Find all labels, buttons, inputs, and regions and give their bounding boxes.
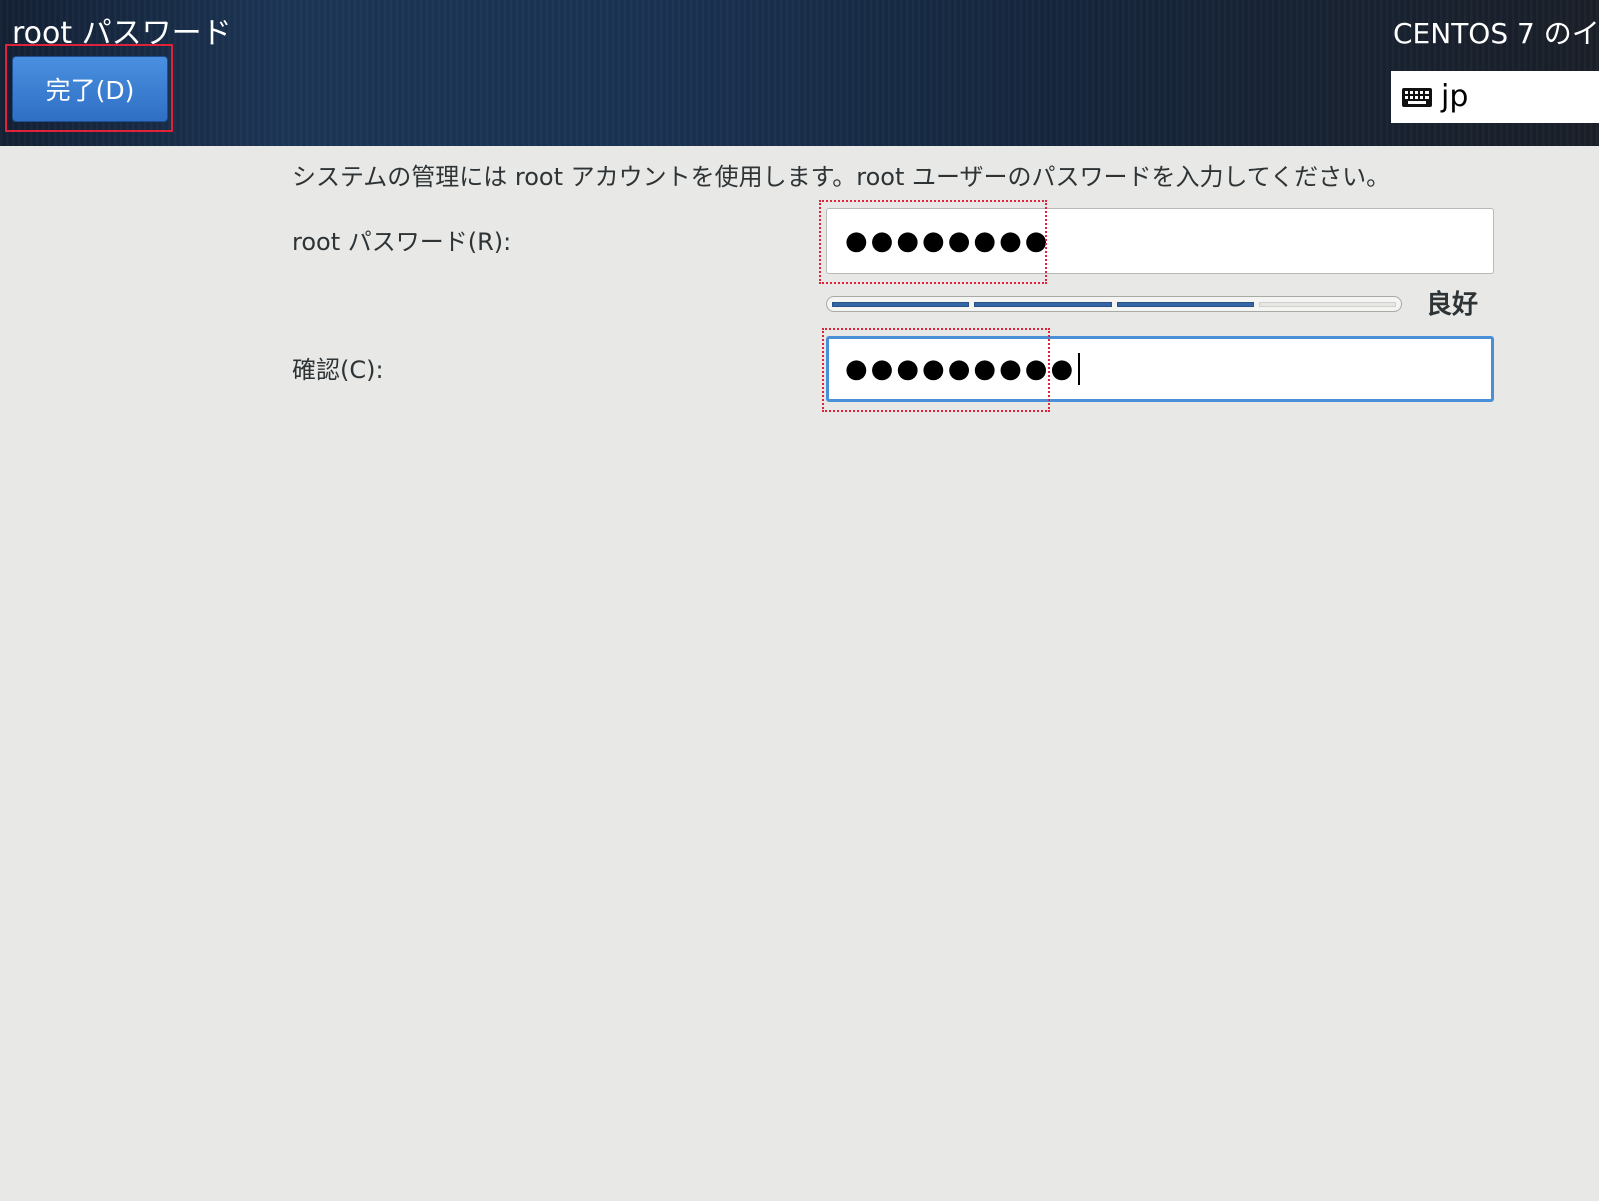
confirm-label: 確認(C): — [292, 356, 384, 384]
done-button[interactable]: 完了(D) — [12, 56, 168, 122]
password-strength-label: 良好 — [1426, 290, 1479, 320]
keyboard-icon — [1402, 88, 1432, 107]
password-strength-bar — [826, 296, 1402, 312]
header-bar: root パスワード 完了(D) CENTOS 7 のイ jp — [0, 0, 1599, 146]
keyboard-layout-indicator[interactable]: jp — [1391, 71, 1599, 123]
password-label: root パスワード(R): — [292, 228, 512, 256]
text-caret — [1078, 353, 1081, 385]
root-password-input[interactable]: ●●●●●●●● — [826, 208, 1494, 274]
keyboard-layout-label: jp — [1441, 79, 1469, 114]
product-title: CENTOS 7 のイ — [1393, 17, 1599, 50]
strength-segment — [974, 301, 1112, 307]
instructions-text: システムの管理には root アカウントを使用します。root ユーザーのパスワ… — [292, 163, 1391, 191]
strength-segment — [1258, 301, 1396, 307]
strength-segment — [1116, 301, 1254, 307]
confirm-masked-value: ●●●●●●●●● — [845, 354, 1077, 384]
confirm-password-input[interactable]: ●●●●●●●●● — [826, 336, 1494, 402]
password-masked-value: ●●●●●●●● — [845, 226, 1051, 256]
strength-segment — [832, 301, 970, 307]
